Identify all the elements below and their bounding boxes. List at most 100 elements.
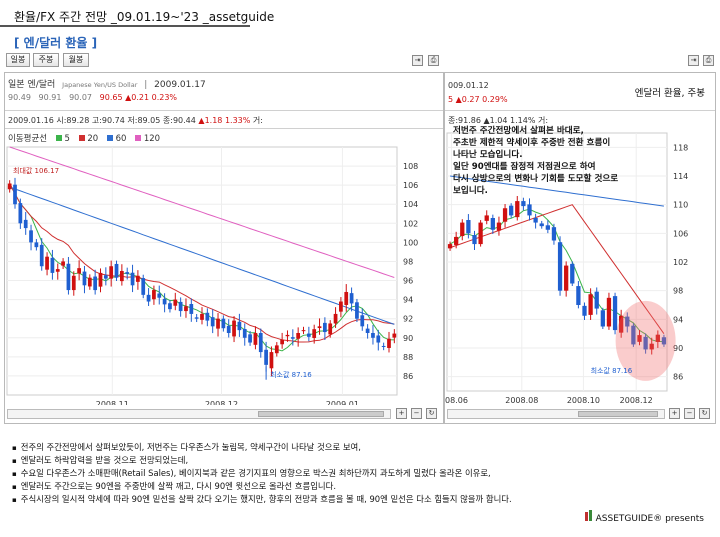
candle-body — [496, 222, 502, 231]
ohlc-row: 2009.01.16 시:89.28 고:90.74 저:89.05 종:90.… — [8, 115, 263, 126]
min-value-label: 최소값 87.16 — [591, 366, 633, 375]
analysis-annotation: 저번주 주간전망에서 살펴본 바대로, 주초반 제한적 약세이후 주중반 전환 … — [453, 125, 678, 197]
x-tick-label: 2009.01 — [326, 400, 359, 405]
zoom-in-icon-right[interactable]: + — [669, 408, 680, 419]
y-tick-label: 110 — [673, 201, 688, 210]
candle-body — [371, 333, 375, 338]
ma20-swatch — [78, 135, 85, 141]
candle-body — [447, 244, 453, 249]
candle-body — [130, 272, 135, 286]
y-tick-label: 86 — [403, 372, 413, 381]
note-line: 엔달러도 주간으로는 90엔을 주중반에 살짝 깨고, 다시 90엔 윗선으로 … — [12, 480, 336, 492]
candle-body — [13, 184, 17, 205]
y-tick-label: 102 — [673, 258, 688, 267]
period-button-weekly[interactable]: 주봉 — [33, 53, 59, 67]
candle-body — [280, 339, 285, 345]
x-tick-label: 2008.11 — [96, 400, 129, 405]
refresh-icon[interactable]: ↻ — [426, 408, 437, 419]
right-chart-caption: 엔달러 환율, 주봉 — [634, 88, 705, 99]
ohlc-volume-label: 거: — [252, 116, 263, 125]
y-tick-label: 96 — [403, 277, 413, 286]
candle-body — [551, 227, 557, 241]
candle-body — [333, 313, 338, 324]
candle-body — [515, 201, 520, 218]
candle-body — [466, 220, 471, 234]
quote-change: ▲0.21 — [125, 93, 150, 102]
candle-body — [125, 272, 130, 274]
y-tick-label: 86 — [673, 373, 683, 382]
candle-body — [189, 304, 194, 314]
candle-body — [200, 313, 204, 320]
candle-body — [502, 208, 508, 222]
candle-body — [545, 225, 550, 230]
candle-body — [612, 296, 618, 331]
period-button-daily[interactable]: 일봉 — [6, 53, 30, 67]
y-tick-label: 108 — [403, 162, 418, 171]
x-tick-label: 2008.08 — [505, 396, 538, 405]
annotation-line: 주초반 제한적 약세이후 주중반 전환 흐름이 — [453, 138, 611, 148]
candle-body — [221, 318, 226, 329]
zoom-out-icon-right[interactable]: − — [684, 408, 695, 419]
period-button-monthly[interactable]: 월봉 — [63, 53, 89, 67]
candle-body — [98, 272, 103, 287]
candle-body — [533, 217, 538, 223]
candle-body — [258, 333, 263, 353]
x-tick-label: 2008.12 — [620, 396, 653, 405]
candle-body — [82, 271, 87, 286]
print-icon[interactable]: ⎙ — [428, 55, 439, 66]
candle-body — [55, 269, 60, 272]
y-tick-label: 106 — [403, 181, 418, 190]
candle-body — [376, 335, 381, 343]
ma5-swatch — [55, 135, 62, 141]
candle-body — [29, 230, 33, 243]
print-icon-right[interactable]: ⎙ — [703, 55, 714, 66]
candle-body — [600, 310, 605, 327]
export-icon[interactable]: ⇥ — [412, 55, 423, 66]
candle-body — [594, 291, 599, 309]
annotation-line: 보입니다. — [453, 186, 488, 196]
candle-body — [490, 217, 495, 230]
quote-low: 90.07 — [69, 93, 92, 102]
candle-body — [312, 329, 317, 338]
candle-body — [152, 290, 156, 300]
candle-body — [539, 223, 544, 227]
title-divider — [0, 25, 250, 27]
refresh-icon-right[interactable]: ↻ — [699, 408, 710, 419]
candle-body — [205, 312, 210, 321]
y-tick-label: 92 — [403, 315, 413, 324]
candle-body — [146, 294, 151, 302]
y-tick-label: 88 — [403, 353, 413, 362]
right-chart-scrollbar[interactable] — [447, 409, 665, 419]
ohlc-pct: 1.33% — [224, 116, 251, 125]
candle-body — [248, 334, 252, 343]
zoom-out-icon[interactable]: − — [411, 408, 422, 419]
export-icon-right[interactable]: ⇥ — [688, 55, 699, 66]
candle-body — [576, 286, 581, 305]
ohlc-open: 시:89.28 — [56, 116, 90, 125]
instrument-name: 일본 엔/달러 — [8, 80, 56, 90]
quote-row: 90.49 90.91 90.07 90.65 ▲0.21 0.23% — [8, 93, 177, 102]
candle-body — [564, 265, 569, 291]
ma60-line — [9, 186, 395, 325]
candle-body — [178, 301, 183, 312]
y-tick-label: 102 — [403, 219, 418, 228]
ma60-swatch — [106, 135, 113, 141]
candle-body — [306, 333, 311, 337]
zoom-in-icon[interactable]: + — [396, 408, 407, 419]
candle-body — [237, 321, 242, 331]
candle-body — [194, 317, 199, 319]
scrollbar-thumb-right[interactable] — [578, 411, 658, 417]
quote-open: 90.49 — [8, 93, 31, 102]
candle-body — [7, 183, 12, 190]
candle-body — [93, 276, 98, 291]
candle-body — [45, 256, 49, 270]
ohlc-change: ▲1.18 — [198, 116, 223, 125]
left-chart-scrollbar[interactable] — [7, 409, 391, 419]
candle-body — [557, 242, 563, 291]
scrollbar-thumb[interactable] — [258, 411, 384, 417]
right-date: 009.01.12 — [448, 81, 489, 90]
candle-body — [290, 337, 295, 339]
candle-body — [216, 318, 220, 329]
min-value-label: 최소값 87.16 — [270, 370, 312, 379]
candle-body — [210, 317, 215, 327]
